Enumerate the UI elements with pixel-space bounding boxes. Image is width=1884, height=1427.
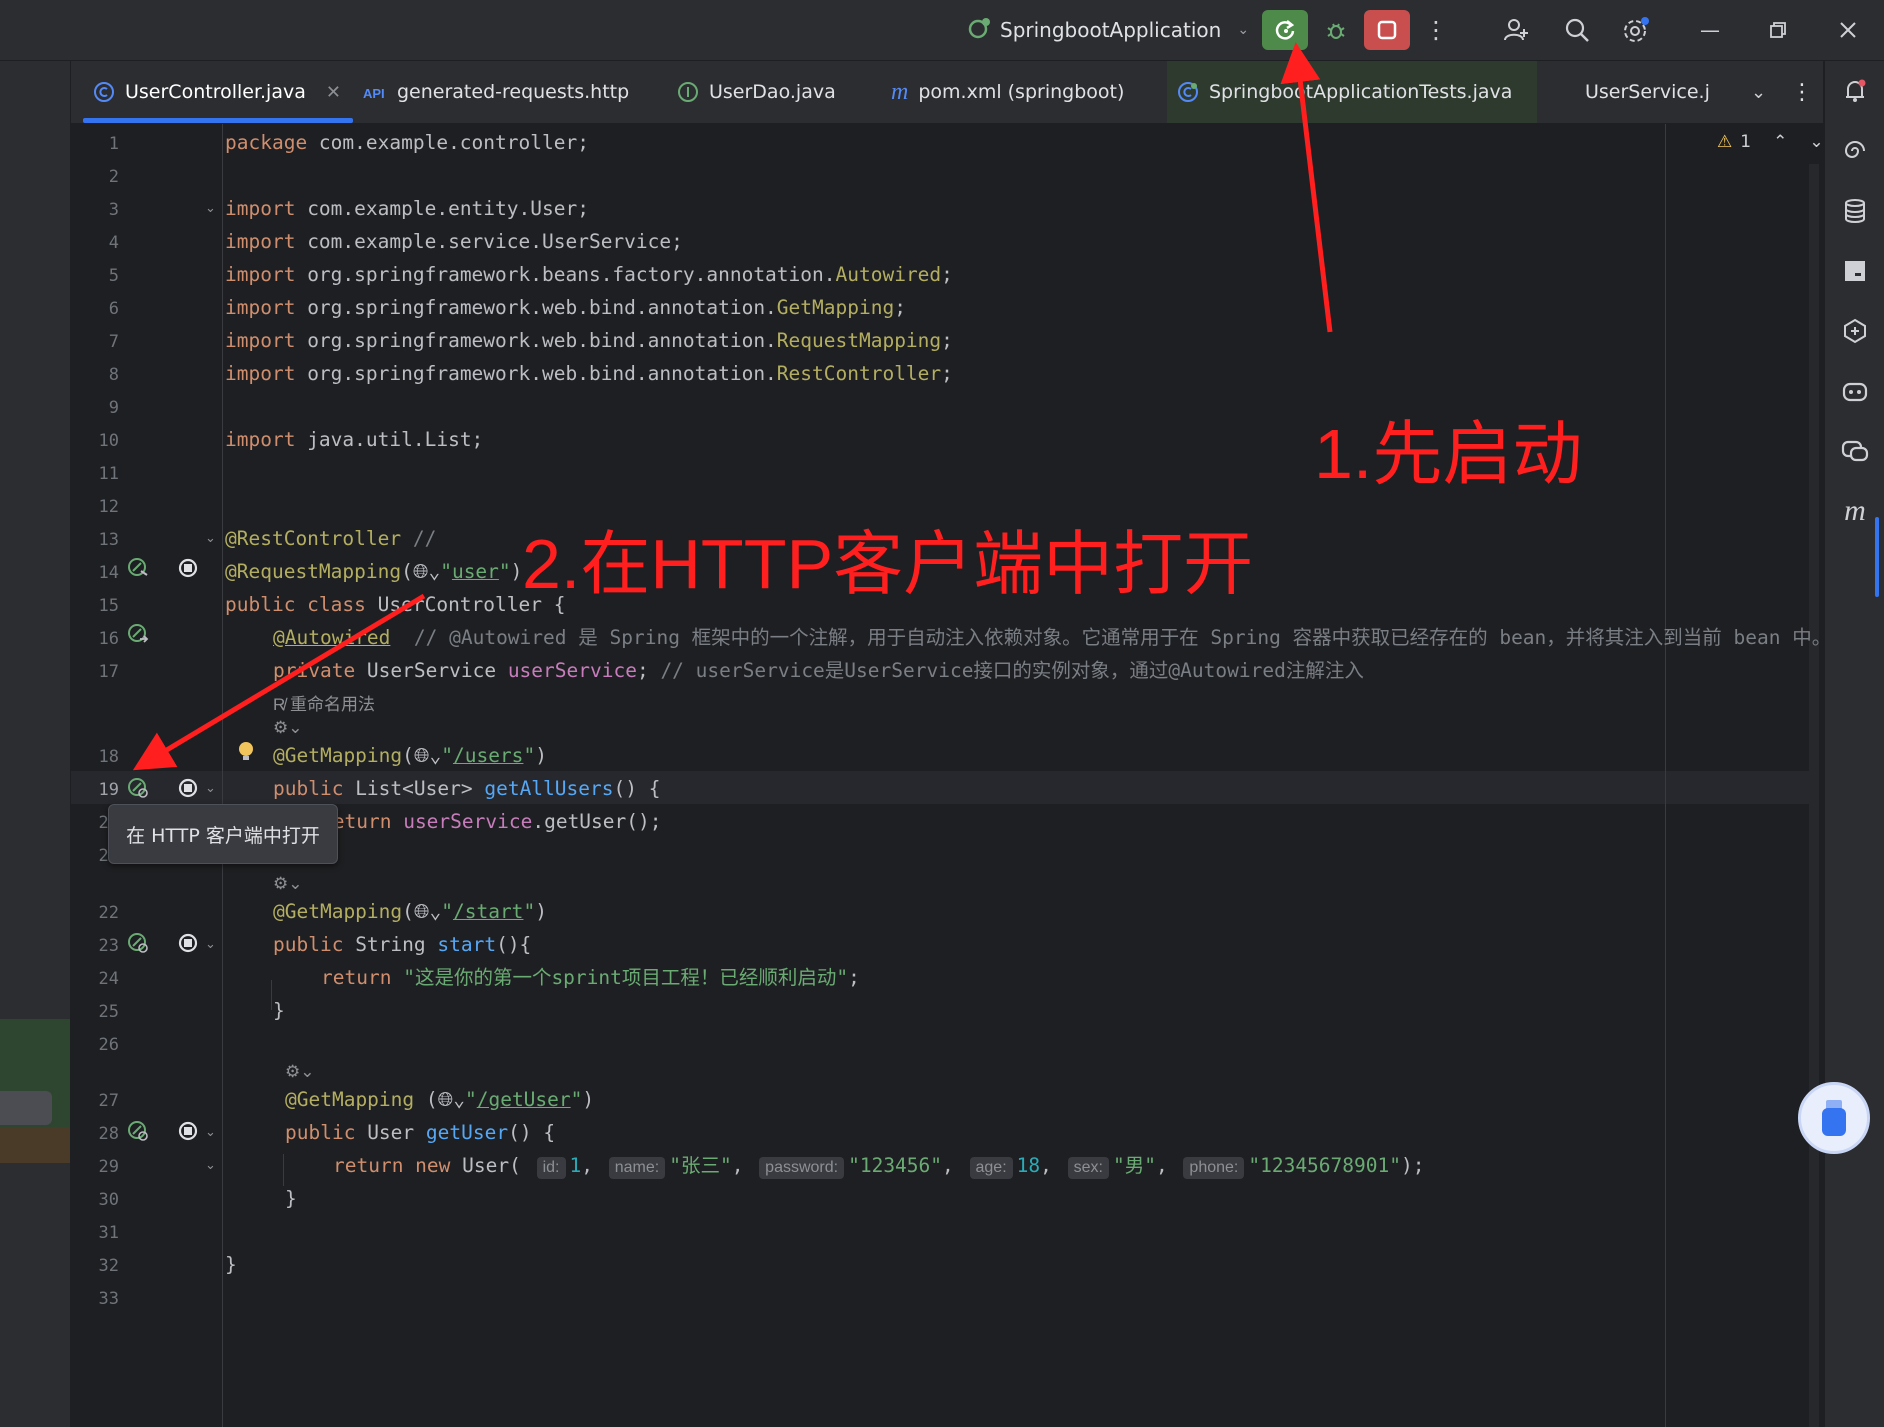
annotation-step-1: 1.先启动 <box>1314 415 1583 493</box>
floating-assistant-button[interactable] <box>1798 1082 1870 1154</box>
annotation-step-2: 2.在HTTP客户端中打开 <box>522 525 1254 603</box>
arrow-to-gutter-icon <box>132 593 426 771</box>
annotation-arrows <box>132 42 1333 771</box>
arrow-to-rerun <box>1280 42 1333 333</box>
usb-drive-icon <box>1822 1100 1846 1136</box>
